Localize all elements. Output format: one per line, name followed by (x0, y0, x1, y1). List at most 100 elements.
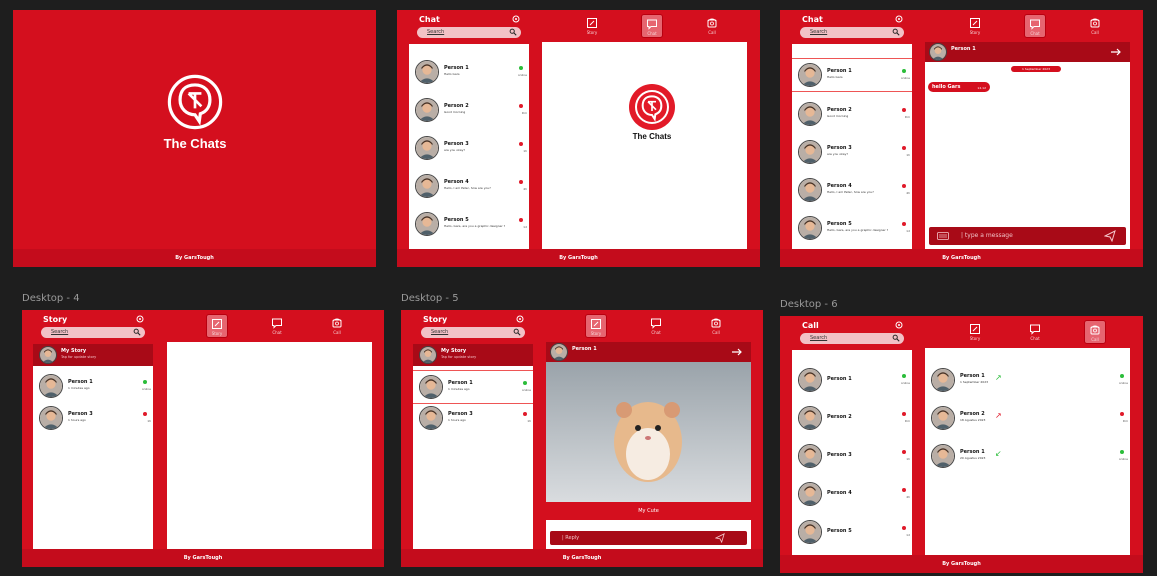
call-item[interactable]: Person 11 September 2023 ↗ online (925, 364, 1130, 396)
status-text: 1h (147, 419, 151, 423)
search-input[interactable]: Search (417, 27, 521, 38)
main-panel: Story Chat Call Person 1 1 September 202… (925, 10, 1130, 249)
gear-icon[interactable] (135, 314, 145, 324)
message-input[interactable]: | type a message (929, 227, 1126, 245)
send-icon[interactable] (715, 533, 725, 543)
my-story-subtitle: Tap for update story (61, 355, 97, 359)
search-input[interactable]: Search (421, 327, 525, 338)
tab-story[interactable]: Story (585, 314, 607, 338)
list-item[interactable]: Person 11 minutes ago online (33, 370, 153, 402)
status-dot (143, 380, 147, 384)
status-dot (1120, 374, 1124, 378)
story-header: Person 1 (546, 342, 751, 362)
search-input[interactable]: Search (800, 27, 904, 38)
list-item[interactable]: Person 4 4h (792, 478, 912, 510)
search-input[interactable]: Search (41, 327, 145, 338)
search-input[interactable]: Search (800, 333, 904, 344)
footer: By GarsTough (13, 249, 376, 267)
list-item[interactable]: Person 2 Dm (792, 402, 912, 434)
my-story[interactable]: My Story Tap for update story (413, 344, 533, 366)
story-time: 1 hours ago (68, 418, 86, 422)
tab-chat[interactable]: Chat (641, 14, 663, 38)
gear-icon[interactable] (515, 314, 525, 324)
call-item[interactable]: Person 1 20 Agustus 2023 ↙ online (925, 440, 1130, 472)
tab-chat[interactable]: Chat (1024, 320, 1046, 344)
chat-sidebar: Chat Search Person 1 Hello Gars online Per… (409, 10, 529, 249)
status-dot (519, 142, 523, 146)
gear-icon[interactable] (511, 14, 521, 24)
avatar (39, 346, 57, 364)
tab-call[interactable]: Call (1084, 14, 1106, 38)
list-item[interactable]: Person 1 Hello Gars online (409, 56, 529, 88)
tab-call[interactable]: Call (705, 314, 727, 338)
chat-icon (271, 317, 283, 329)
tab-label: Story (211, 331, 223, 336)
status-dot (1120, 450, 1124, 454)
status-text: 1d (906, 533, 910, 537)
arrow-right-icon[interactable] (731, 346, 743, 358)
search-icon[interactable] (892, 334, 900, 342)
contact-name: Person 1 (68, 379, 93, 385)
contact-name: Person 4 (827, 490, 852, 496)
last-message: Good morning (444, 110, 466, 114)
search-icon[interactable] (509, 28, 517, 36)
status-text: Dm (1122, 419, 1128, 423)
status-dot (902, 69, 906, 73)
send-icon[interactable] (1104, 230, 1116, 242)
list-item-selected[interactable]: Person 1 Hello Gars online (792, 58, 912, 92)
tab-chat[interactable]: Chat (1024, 14, 1046, 38)
my-story[interactable]: My Story Tap for update story (33, 344, 153, 366)
list-item[interactable]: Person 5 Hello, Gars, are you a graphic d… (409, 208, 529, 240)
tab-story[interactable]: Story (964, 320, 986, 344)
story-sidebar: Story Search My Story Tap for update stor… (413, 310, 533, 549)
tab-story[interactable]: Story (964, 14, 986, 38)
search-icon[interactable] (892, 28, 900, 36)
tab-call[interactable]: Call (1084, 320, 1106, 344)
gear-icon[interactable] (894, 14, 904, 24)
keyboard-icon[interactable] (937, 232, 949, 240)
list-item[interactable]: Person 5 Hello, Gars, are you a graphic d… (792, 212, 912, 244)
avatar (550, 343, 568, 361)
tab-call[interactable]: Call (326, 314, 348, 338)
contact-name: Person 2 (827, 107, 852, 113)
panel-title: Chat (419, 15, 440, 24)
phone-icon (710, 317, 722, 329)
list-item[interactable]: Person 1 online (792, 364, 912, 396)
desktop-6-call: Call Search Person 1 online Person 2 Dm Pe… (780, 316, 1143, 573)
tab-story[interactable]: Story (581, 14, 603, 38)
tab-label: Chat (651, 330, 661, 335)
tab-call[interactable]: Call (701, 14, 723, 38)
call-date: 18 Agustus 2023 (960, 418, 986, 422)
arrow-right-icon[interactable] (1110, 46, 1122, 58)
list-item[interactable]: Person 4 Hello, I am Peter, how are you? 4… (409, 170, 529, 202)
list-item[interactable]: Person 5 1d (792, 516, 912, 548)
call-date: 20 Agustus 2023 (960, 456, 986, 460)
desktop-4-story: Story Search My Story Tap for update stor… (22, 310, 384, 567)
tab-chat[interactable]: Chat (645, 314, 667, 338)
top-nav: Story Chat Call (925, 316, 1130, 348)
reply-input[interactable]: | Reply (550, 531, 747, 545)
list-item[interactable]: Person 31 hours ago 1h (413, 402, 533, 434)
panel-title: Call (802, 321, 819, 330)
list-item[interactable]: Person 2 Good morning Dm (792, 98, 912, 130)
tab-story[interactable]: Story (206, 314, 228, 338)
status-text: 1h (906, 457, 910, 461)
list-item[interactable]: Person 2 Good morning Dm (409, 94, 529, 126)
gear-icon[interactable] (894, 320, 904, 330)
list-item[interactable]: Person 3 are you okay? 1h (409, 132, 529, 164)
contact-name: Person 3 (68, 411, 93, 417)
list-item[interactable]: Person 3 are you okay? 1h (792, 136, 912, 168)
status-text: 4h (906, 191, 910, 195)
main-panel: Story Chat Call Person 1 My Cute | Reply (546, 310, 751, 549)
list-item[interactable]: Person 3 1h (792, 440, 912, 472)
search-icon[interactable] (513, 328, 521, 336)
status-text: online (1118, 457, 1128, 461)
list-item[interactable]: Person 4 Hello, I am Peter, how are you? 4… (792, 174, 912, 206)
list-item-selected[interactable]: Person 11 minutes ago online (413, 370, 533, 404)
call-item[interactable]: Person 2 18 Agustus 2023 ↗ Dm (925, 402, 1130, 434)
list-item[interactable]: Person 31 hours ago 1h (33, 402, 153, 434)
tab-chat[interactable]: Chat (266, 314, 288, 338)
search-icon[interactable] (133, 328, 141, 336)
message-time: 12.12 (977, 86, 986, 90)
avatar (798, 520, 822, 544)
